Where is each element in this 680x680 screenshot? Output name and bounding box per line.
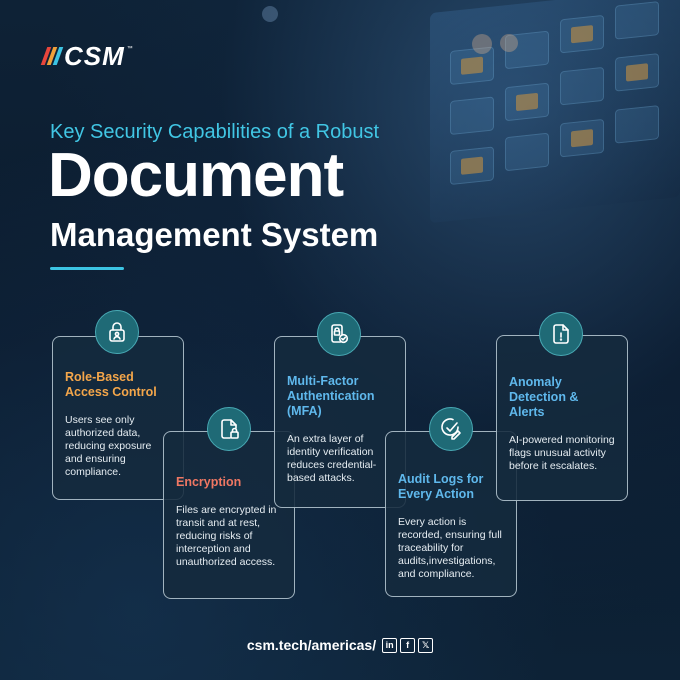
logo-text: CSM — [64, 40, 125, 71]
card-description: Users see only authorized data, reducing… — [65, 414, 152, 478]
phone-check-icon — [317, 312, 361, 356]
file-lock-icon — [207, 407, 251, 451]
card-description: Every action is recorded, ensuring full … — [398, 516, 502, 580]
user-lock-icon — [95, 310, 139, 354]
linkedin-icon[interactable]: in — [382, 637, 398, 653]
logo-trademark: ™ — [126, 46, 133, 52]
card-title: Anomaly Detection & Alerts — [509, 375, 579, 419]
x-icon[interactable]: 𝕏 — [418, 637, 434, 653]
footer: csm.tech/americas/ in f 𝕏 — [0, 637, 680, 653]
card-title: Multi-Factor Authentication (MFA) — [287, 374, 375, 418]
check-edit-icon — [429, 407, 473, 451]
bokeh-light — [472, 34, 492, 54]
laptop-screen-image — [430, 0, 680, 224]
page-title-line1: Document — [48, 141, 344, 210]
card-anomaly-detection: Anomaly Detection & Alerts AI-powered mo… — [496, 335, 628, 501]
title-underline — [50, 267, 124, 270]
card-title: Encryption — [176, 475, 242, 489]
facebook-icon[interactable]: f — [400, 637, 416, 653]
card-title: Audit Logs for Every Action — [398, 472, 484, 501]
card-title: Role-Based Access Control — [65, 370, 157, 399]
logo-bars-icon — [40, 47, 64, 65]
card-description: AI-powered monitoring flags unusual acti… — [509, 434, 615, 472]
csm-logo: CSM ™ — [40, 41, 133, 71]
card-description: Files are encrypted in transit and at re… — [176, 504, 277, 568]
bokeh-light — [500, 34, 518, 52]
file-alert-icon — [539, 312, 583, 356]
bokeh-light — [262, 6, 278, 22]
page-title-line2: Management System — [50, 216, 379, 253]
footer-url-link[interactable]: csm.tech/americas/ — [247, 637, 376, 653]
card-description: An extra layer of identity verification … — [287, 433, 377, 484]
